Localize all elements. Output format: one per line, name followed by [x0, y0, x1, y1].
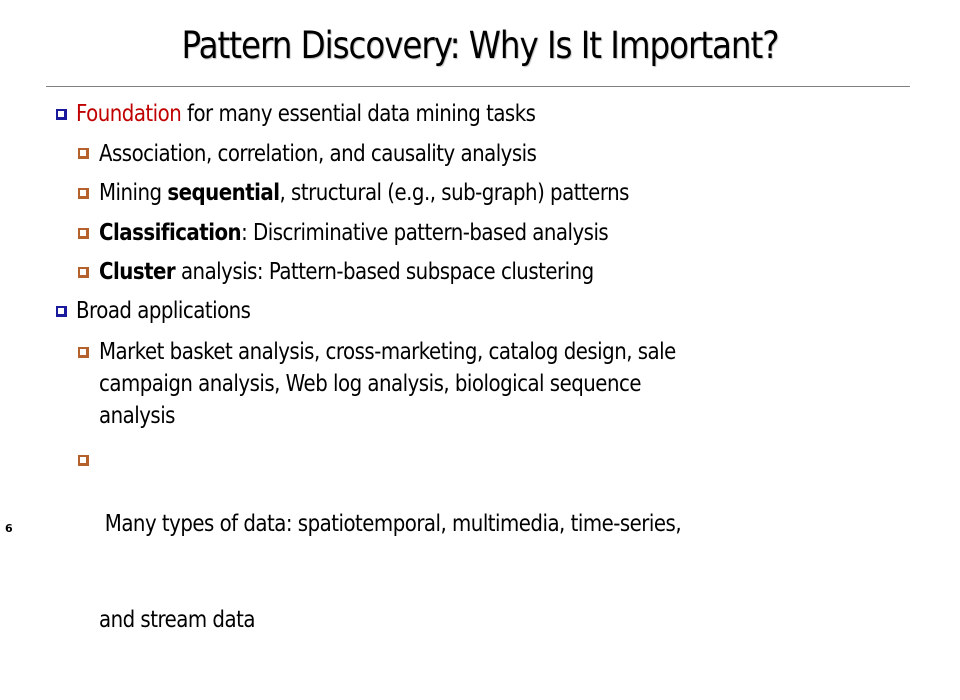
bullet-data-types: Many types of data: spatiotemporal, mult…	[99, 444, 682, 700]
bullet-line: analysis	[99, 403, 175, 429]
bullet-text: Association, correlation, and causality …	[99, 141, 537, 167]
bullet-classification: Classification: Discriminative pattern-b…	[99, 217, 609, 249]
bold-text: sequential	[167, 180, 280, 206]
square-bullet-icon	[78, 148, 89, 159]
bold-text: Cluster	[99, 259, 176, 285]
bullet-line: Many types of data: spatiotemporal, mult…	[99, 511, 682, 537]
bullet-market-basket: Market basket analysis, cross-marketing,…	[99, 336, 676, 432]
bullet-text-pre: Mining	[99, 180, 168, 206]
slide-content: Foundation for many essential data minin…	[0, 0, 960, 633]
bullet-line: Market basket analysis, cross-marketing,…	[99, 339, 676, 365]
bullet-association: Association, correlation, and causality …	[99, 138, 537, 170]
bullet-text: for many essential data mining tasks	[181, 101, 536, 127]
bullet-broad-applications: Broad applications	[76, 295, 251, 327]
bullet-text: , structural (e.g., sub-graph) patterns	[279, 180, 630, 206]
bullet-line: and stream data	[99, 607, 255, 633]
bullet-text: analysis: Pattern-based subspace cluster…	[175, 259, 594, 285]
bullet-foundation: Foundation for many essential data minin…	[76, 98, 536, 130]
square-bullet-icon	[78, 228, 89, 239]
square-bullet-icon	[78, 188, 89, 199]
bullet-text: : Discriminative pattern-based analysis	[241, 220, 609, 246]
square-bullet-icon	[78, 267, 89, 278]
bullet-text: Broad applications	[76, 298, 251, 324]
square-bullet-icon	[56, 306, 67, 317]
bullet-sequential: Mining sequential, structural (e.g., sub…	[99, 177, 629, 209]
square-bullet-icon	[78, 455, 89, 466]
square-bullet-icon	[56, 109, 67, 120]
square-bullet-icon	[78, 347, 89, 358]
bullet-line: campaign analysis, Web log analysis, bio…	[99, 371, 642, 397]
slide-number: 6	[5, 522, 13, 535]
accent-text: Foundation	[76, 101, 182, 127]
bold-text: Classification	[99, 220, 242, 246]
bullet-cluster: Cluster analysis: Pattern-based subspace…	[99, 256, 594, 288]
